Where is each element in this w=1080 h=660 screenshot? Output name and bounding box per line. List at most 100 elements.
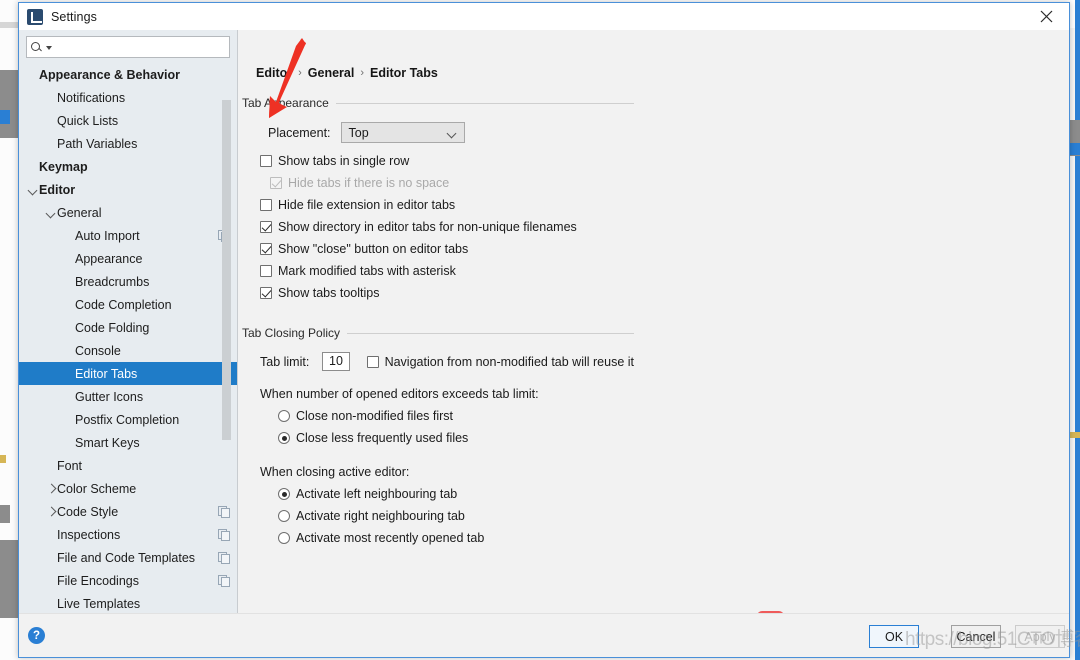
tab-closing-policy-title-row: Tab Closing Policy bbox=[242, 326, 634, 340]
sidebar-item-quick-lists[interactable]: Quick Lists bbox=[19, 109, 237, 132]
checkbox-mark-modified-tabs-with-asterisk[interactable]: Mark modified tabs with asterisk bbox=[260, 264, 456, 278]
chevron-down-icon[interactable] bbox=[45, 207, 57, 219]
sidebar-item-label: Breadcrumbs bbox=[75, 274, 150, 289]
placement-dropdown[interactable]: Top bbox=[340, 122, 465, 143]
sidebar-item-code-completion[interactable]: Code Completion bbox=[19, 293, 237, 316]
search-field[interactable] bbox=[26, 36, 230, 58]
background-selection-2 bbox=[1070, 143, 1080, 155]
tab-appearance-group: Tab Appearance Placement: Top Show tabs … bbox=[242, 96, 634, 302]
breadcrumb-separator-icon: › bbox=[360, 67, 365, 79]
chevron-right-icon[interactable] bbox=[45, 506, 57, 518]
help-button[interactable]: ? bbox=[28, 627, 45, 644]
checkbox-hide-tabs-if-there-is-no-space: Hide tabs if there is no space bbox=[270, 176, 449, 190]
sidebar-item-console[interactable]: Console bbox=[19, 339, 237, 362]
sidebar-item-file-encodings[interactable]: File Encodings bbox=[19, 569, 237, 592]
sidebar-item-label: Editor Tabs bbox=[75, 366, 138, 381]
sidebar-item-inspections[interactable]: Inspections bbox=[19, 523, 237, 546]
radio-activate-most-recently-opened-tab[interactable]: Activate most recently opened tab bbox=[278, 531, 484, 545]
sidebar-tree-scroll[interactable]: Appearance & Behavior Notifications Quick … bbox=[19, 63, 237, 613]
radio-close-less-frequently-used-files[interactable]: Close less frequently used files bbox=[278, 431, 468, 445]
sidebar-item-label: Font bbox=[57, 458, 83, 473]
sidebar-item-appearance-behavior[interactable]: Appearance & Behavior bbox=[19, 63, 237, 86]
radio-label: Close non-modified files first bbox=[296, 409, 454, 423]
breadcrumb-separator-icon: › bbox=[298, 67, 302, 79]
sidebar-item-editor[interactable]: Editor bbox=[19, 178, 237, 201]
background-panel-dark-3 bbox=[0, 540, 18, 618]
sidebar-item-notifications[interactable]: Notifications bbox=[19, 86, 237, 109]
sidebar-item-postfix-completion[interactable]: Postfix Completion bbox=[19, 408, 237, 431]
sidebar-item-path-variables[interactable]: Path Variables bbox=[19, 132, 237, 155]
idea-logo-icon bbox=[27, 8, 43, 25]
section-divider bbox=[335, 102, 634, 104]
radio-button bbox=[278, 410, 290, 422]
sidebar-item-label: Smart Keys bbox=[75, 435, 140, 450]
sidebar-item-live-templates[interactable]: Live Templates bbox=[19, 592, 237, 613]
tab-closing-policy-group: Tab Closing Policy Tab limit: 10 Navigat… bbox=[242, 326, 634, 547]
checkbox-box bbox=[366, 355, 379, 368]
chevron-down-icon[interactable] bbox=[27, 184, 39, 196]
sidebar-item-breadcrumbs[interactable]: Breadcrumbs bbox=[19, 270, 237, 293]
sidebar-item-smart-keys[interactable]: Smart Keys bbox=[19, 431, 237, 454]
radio-label: Activate right neighbouring tab bbox=[296, 509, 465, 523]
background-panel-dark-2 bbox=[0, 505, 10, 523]
sidebar-item-auto-import[interactable]: Auto Import bbox=[19, 224, 237, 247]
radio-close-non-modified-files-first[interactable]: Close non-modified files first bbox=[278, 409, 453, 423]
sidebar-item-code-style[interactable]: Code Style bbox=[19, 500, 237, 523]
checkbox-hide-file-extension-in-editor-tabs[interactable]: Hide file extension in editor tabs bbox=[260, 198, 455, 212]
radio-activate-left-neighbouring-tab[interactable]: Activate left neighbouring tab bbox=[278, 487, 457, 501]
tab-limit-input[interactable]: 10 bbox=[322, 352, 350, 371]
tab-appearance-checkbox-list: Show tabs in single row Hide tabs if ther… bbox=[242, 154, 634, 302]
navigation-reuse-checkbox[interactable]: Navigation from non-modified tab will re… bbox=[366, 355, 634, 369]
close-icon[interactable] bbox=[1023, 3, 1069, 30]
sidebar-item-code-folding[interactable]: Code Folding bbox=[19, 316, 237, 339]
radio-activate-right-neighbouring-tab[interactable]: Activate right neighbouring tab bbox=[278, 509, 465, 523]
search-icon bbox=[31, 41, 44, 54]
breadcrumb-item-editor[interactable]: Editor bbox=[256, 66, 292, 80]
chevron-down-icon[interactable] bbox=[46, 46, 52, 50]
radio-button bbox=[278, 432, 290, 444]
breadcrumb-item-editor-tabs[interactable]: Editor Tabs bbox=[370, 66, 438, 80]
chevron-down-icon bbox=[446, 128, 456, 139]
sidebar-item-label: Code Style bbox=[57, 504, 119, 519]
checkbox-show-tabs-in-single-row[interactable]: Show tabs in single row bbox=[260, 154, 409, 168]
checkbox-box bbox=[260, 243, 272, 255]
sidebar-item-label: Live Templates bbox=[57, 596, 141, 611]
search-input[interactable] bbox=[55, 39, 225, 55]
sidebar-item-font[interactable]: Font bbox=[19, 454, 237, 477]
sidebar-item-gutter-icons[interactable]: Gutter Icons bbox=[19, 385, 237, 408]
checkbox-show-tabs-tooltips[interactable]: Show tabs tooltips bbox=[260, 286, 379, 300]
checkbox-box bbox=[260, 199, 272, 211]
checkbox-show-directory-in-editor-tabs-for-non-unique-filenames[interactable]: Show directory in editor tabs for non-un… bbox=[260, 220, 577, 234]
sidebar-item-label: Code Completion bbox=[75, 297, 172, 312]
sidebar-item-label: File Encodings bbox=[57, 573, 139, 588]
sidebar-item-color-scheme[interactable]: Color Scheme bbox=[19, 477, 237, 500]
settings-tree: Appearance & Behavior Notifications Quick … bbox=[19, 63, 237, 613]
sidebar-item-label: Keymap bbox=[39, 159, 88, 174]
sidebar-item-general[interactable]: General bbox=[19, 201, 237, 224]
checkbox-show-close-button-on-editor-tabs[interactable]: Show "close" button on editor tabs bbox=[260, 242, 468, 256]
sidebar-scrollbar[interactable] bbox=[222, 63, 234, 613]
sidebar-item-editor-tabs[interactable]: Editor Tabs bbox=[19, 362, 237, 385]
checkbox-label: Show "close" button on editor tabs bbox=[278, 242, 469, 256]
sidebar-item-label: Color Scheme bbox=[57, 481, 137, 496]
sidebar-item-label: Console bbox=[75, 343, 121, 358]
sidebar-item-keymap[interactable]: Keymap bbox=[19, 155, 237, 178]
placement-value: Top bbox=[348, 125, 369, 140]
sidebar-item-file-and-code-templates[interactable]: File and Code Templates bbox=[19, 546, 237, 569]
section-divider bbox=[347, 332, 634, 334]
exceeds-limit-radio-group: Close non-modified files first Close less… bbox=[242, 409, 634, 447]
breadcrumb-item-general[interactable]: General bbox=[308, 66, 355, 80]
sidebar-item-appearance[interactable]: Appearance bbox=[19, 247, 237, 270]
chevron-right-icon[interactable] bbox=[45, 483, 57, 495]
sidebar-scrollbar-thumb[interactable] bbox=[222, 100, 231, 440]
